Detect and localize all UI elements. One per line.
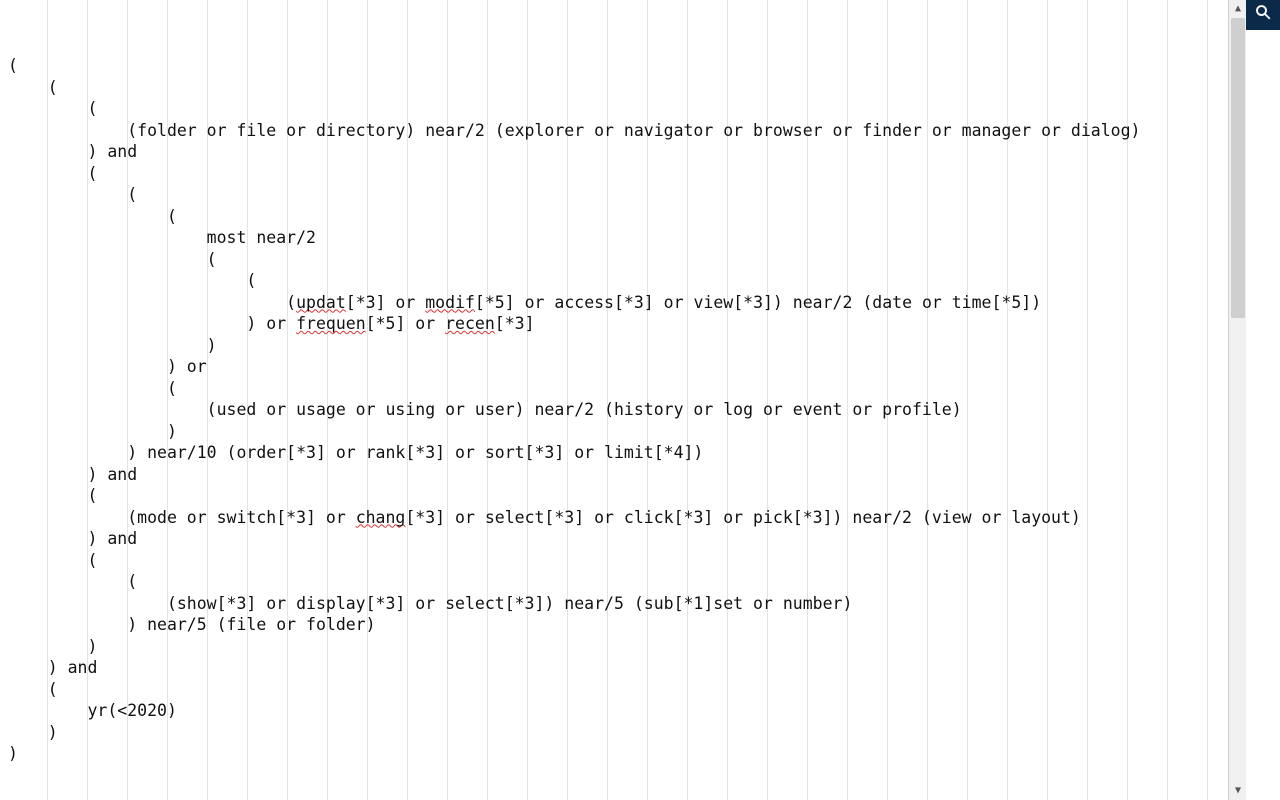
search-icon <box>1254 3 1272 27</box>
vertical-scrollbar[interactable]: ▲ ▼ <box>1228 0 1246 800</box>
query-editor[interactable]: ( ( ( (folder or file or directory) near… <box>0 0 1228 800</box>
query-text[interactable]: ( ( ( (folder or file or directory) near… <box>0 43 1228 773</box>
search-button[interactable] <box>1246 0 1280 30</box>
scroll-up-arrow-icon[interactable]: ▲ <box>1229 0 1247 18</box>
scroll-thumb[interactable] <box>1231 18 1245 318</box>
scroll-down-arrow-icon[interactable]: ▼ <box>1229 782 1247 800</box>
right-gutter <box>1246 30 1280 800</box>
